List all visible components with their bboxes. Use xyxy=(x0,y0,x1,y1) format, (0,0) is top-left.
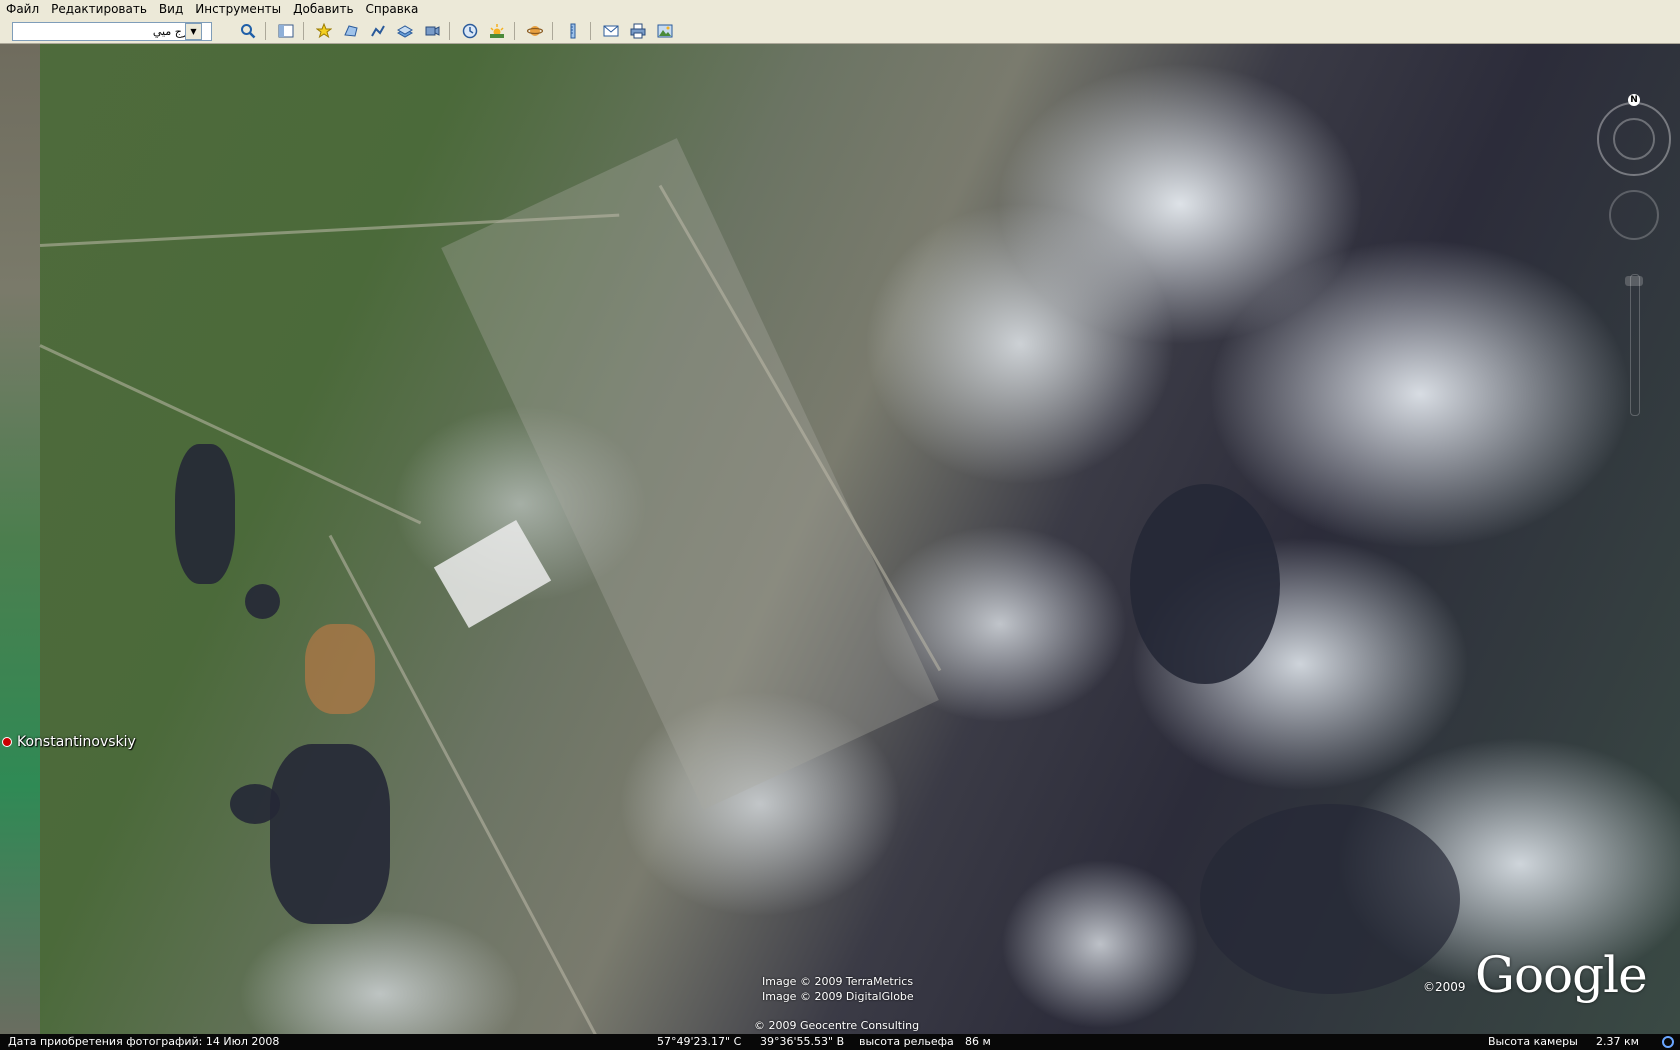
search-button[interactable] xyxy=(236,20,260,42)
map-view[interactable]: Konstantinovskiy N xyxy=(0,44,1680,1034)
lake xyxy=(1130,484,1280,684)
toolbar-separator xyxy=(265,22,266,40)
toolbar-separator xyxy=(514,22,515,40)
toolbar-separator xyxy=(552,22,553,40)
menu-file[interactable]: Файл xyxy=(0,0,45,19)
add-placemark-button[interactable] xyxy=(312,20,336,42)
polygon-icon xyxy=(344,25,358,37)
save-image-icon xyxy=(657,24,673,38)
record-tour-button[interactable] xyxy=(420,20,444,42)
industrial-building xyxy=(433,519,552,629)
ruler-icon xyxy=(570,23,576,39)
menu-view[interactable]: Вид xyxy=(153,0,189,19)
toolbar-separator xyxy=(303,22,304,40)
quarry xyxy=(305,624,375,714)
print-button[interactable] xyxy=(626,20,650,42)
imagery-credits: Image © 2009 TerraMetrics Image © 2009 D… xyxy=(762,974,914,1004)
eye-altitude-label: Высота камеры xyxy=(1488,1035,1578,1048)
hide-sidebar-icon xyxy=(278,24,294,38)
menu-add[interactable]: Добавить xyxy=(287,0,359,19)
longitude-readout: 39°36'55.53" В xyxy=(760,1035,845,1048)
navigation-controls: N xyxy=(1597,94,1671,416)
status-bar: Дата приобретения фотографий: 14 Июл 200… xyxy=(0,1034,1680,1050)
credit-geocentre: © 2009 Geocentre Consulting xyxy=(754,1019,920,1032)
place-marker[interactable]: Konstantinovskiy xyxy=(2,734,136,750)
copyright-text: ©2009 xyxy=(1423,980,1466,994)
toolbar-separator xyxy=(590,22,591,40)
google-logo: Google xyxy=(1475,946,1648,1004)
place-label: Konstantinovskiy xyxy=(17,734,136,750)
credit-terrametrics: Image © 2009 TerraMetrics xyxy=(762,975,914,988)
search-history-dropdown[interactable]: ▼ xyxy=(185,23,202,40)
place-dot-icon xyxy=(2,737,12,747)
pond xyxy=(245,584,280,619)
map-left-strip xyxy=(0,44,40,1034)
pond xyxy=(175,444,235,584)
zoom-slider[interactable] xyxy=(1630,274,1640,416)
toolbar-separator xyxy=(449,22,450,40)
latitude-readout: 57°49'23.17" С xyxy=(657,1035,742,1048)
menu-bar: Файл Редактировать Вид Инструменты Добав… xyxy=(0,0,1680,20)
menu-tools[interactable]: Инструменты xyxy=(189,0,287,19)
ruler-button[interactable] xyxy=(561,20,585,42)
add-image-overlay-button[interactable] xyxy=(393,20,417,42)
add-path-button[interactable] xyxy=(366,20,390,42)
record-tour-icon xyxy=(425,26,440,36)
look-joystick-center[interactable] xyxy=(1613,118,1655,160)
save-image-button[interactable] xyxy=(653,20,677,42)
planets-button[interactable] xyxy=(523,20,547,42)
zoom-slider-handle[interactable] xyxy=(1625,276,1643,286)
historical-imagery-button[interactable] xyxy=(458,20,482,42)
add-polygon-button[interactable] xyxy=(339,20,363,42)
sunlight-button[interactable] xyxy=(485,20,509,42)
credit-digitalglobe: Image © 2009 DigitalGlobe xyxy=(762,990,914,1003)
email-icon xyxy=(603,25,619,37)
search-input[interactable] xyxy=(12,21,212,41)
placemark-icon xyxy=(316,23,332,39)
move-joystick[interactable] xyxy=(1609,190,1659,240)
chevron-down-icon: ▼ xyxy=(190,27,197,36)
pond xyxy=(270,744,390,924)
sunlight-icon xyxy=(490,24,504,38)
lake xyxy=(1200,804,1460,994)
streaming-status-icon xyxy=(1662,1036,1674,1048)
hide-sidebar-button[interactable] xyxy=(274,20,298,42)
elevation-label: высота рельефа xyxy=(859,1035,954,1048)
compass-north-button[interactable]: N xyxy=(1628,94,1640,106)
print-icon xyxy=(630,23,646,39)
toolbar xyxy=(0,19,1680,44)
image-overlay-icon xyxy=(397,25,413,38)
search-icon xyxy=(241,24,256,39)
pond xyxy=(230,784,280,824)
path-icon xyxy=(371,25,385,37)
email-button[interactable] xyxy=(599,20,623,42)
menu-help[interactable]: Справка xyxy=(360,0,425,19)
historical-imagery-icon xyxy=(462,23,478,39)
imagery-date: Дата приобретения фотографий: 14 Июл 200… xyxy=(8,1035,280,1048)
eye-altitude-value: 2.37 км xyxy=(1596,1035,1639,1048)
planets-icon xyxy=(527,26,543,36)
menu-edit[interactable]: Редактировать xyxy=(45,0,153,19)
elevation-value: 86 м xyxy=(965,1035,991,1048)
